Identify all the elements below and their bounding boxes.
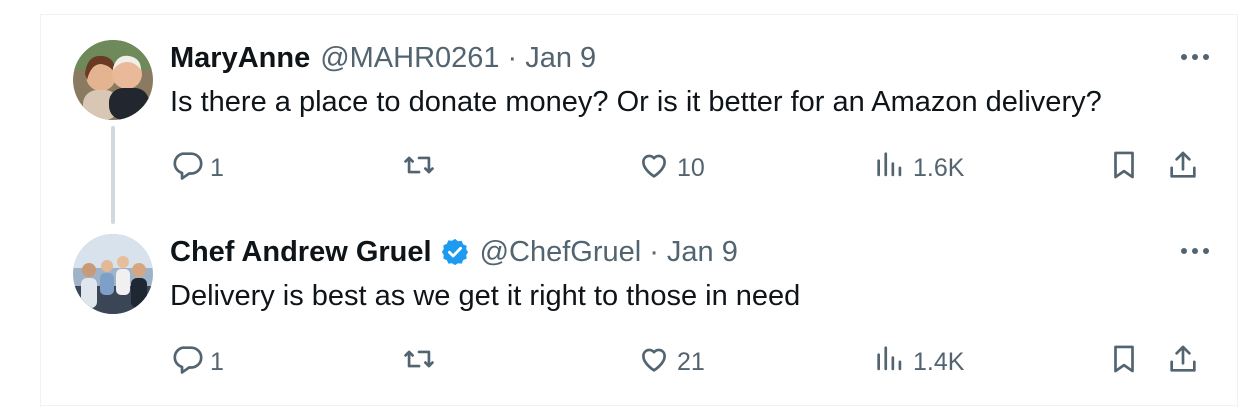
views-icon: [873, 342, 907, 383]
tweet[interactable]: Chef Andrew Gruel @ChefGruel · Jan 9 Del…: [73, 232, 1213, 392]
reply-icon: [170, 342, 204, 383]
like-button[interactable]: 10: [637, 148, 705, 188]
bookmark-button[interactable]: [1107, 148, 1141, 188]
more-icon[interactable]: [1177, 236, 1213, 266]
tweet-header: MaryAnne @MAHR0261 · Jan 9: [170, 38, 1213, 78]
reply-button[interactable]: 1: [170, 342, 224, 382]
share-icon: [1166, 342, 1200, 383]
reply-button[interactable]: 1: [170, 148, 224, 188]
separator: ·: [507, 41, 518, 74]
tweet-actions: 1 21 1.4K: [170, 342, 1206, 382]
tweet-date[interactable]: Jan 9: [525, 42, 596, 75]
views-count: 1.6K: [913, 153, 965, 182]
like-icon: [637, 342, 671, 383]
reply-count: 1: [210, 347, 224, 376]
reply-icon: [170, 148, 204, 189]
share-button[interactable]: [1166, 148, 1200, 188]
bookmark-icon: [1107, 148, 1141, 189]
tweet[interactable]: MaryAnne @MAHR0261 · Jan 9 Is there a pl…: [73, 38, 1213, 198]
retweet-button[interactable]: [402, 342, 442, 382]
views-count: 1.4K: [913, 347, 965, 376]
retweet-icon: [402, 148, 436, 189]
verified-badge-icon[interactable]: [440, 237, 470, 267]
avatar[interactable]: [73, 234, 153, 314]
views-icon: [873, 148, 907, 189]
display-name[interactable]: Chef Andrew Gruel: [170, 236, 432, 269]
separator: ·: [649, 235, 659, 268]
user-handle[interactable]: @ChefGruel: [480, 236, 642, 269]
display-name[interactable]: MaryAnne: [170, 42, 310, 75]
avatar[interactable]: [73, 40, 153, 120]
like-button[interactable]: 21: [637, 342, 705, 382]
tweet-date[interactable]: Jan 9: [667, 236, 738, 269]
tweet-text: Delivery is best as we get it right to t…: [170, 280, 801, 312]
views-button[interactable]: 1.4K: [873, 342, 964, 382]
retweet-button[interactable]: [402, 148, 442, 188]
like-count: 10: [677, 153, 705, 182]
tweet-actions: 1 10 1.6K: [170, 148, 1206, 188]
reply-count: 1: [210, 153, 224, 182]
like-count: 21: [677, 347, 705, 376]
like-icon: [637, 148, 671, 189]
views-button[interactable]: 1.6K: [873, 148, 964, 188]
more-icon[interactable]: [1177, 42, 1213, 72]
tweet-header: Chef Andrew Gruel @ChefGruel · Jan 9: [170, 232, 1213, 272]
tweet-text: Is there a place to donate money? Or is …: [170, 86, 1102, 118]
divider: [40, 405, 1237, 406]
share-button[interactable]: [1166, 342, 1200, 382]
share-icon: [1166, 148, 1200, 189]
retweet-icon: [402, 342, 436, 383]
bookmark-icon: [1107, 342, 1141, 383]
user-handle[interactable]: @MAHR0261: [320, 42, 499, 75]
bookmark-button[interactable]: [1107, 342, 1141, 382]
